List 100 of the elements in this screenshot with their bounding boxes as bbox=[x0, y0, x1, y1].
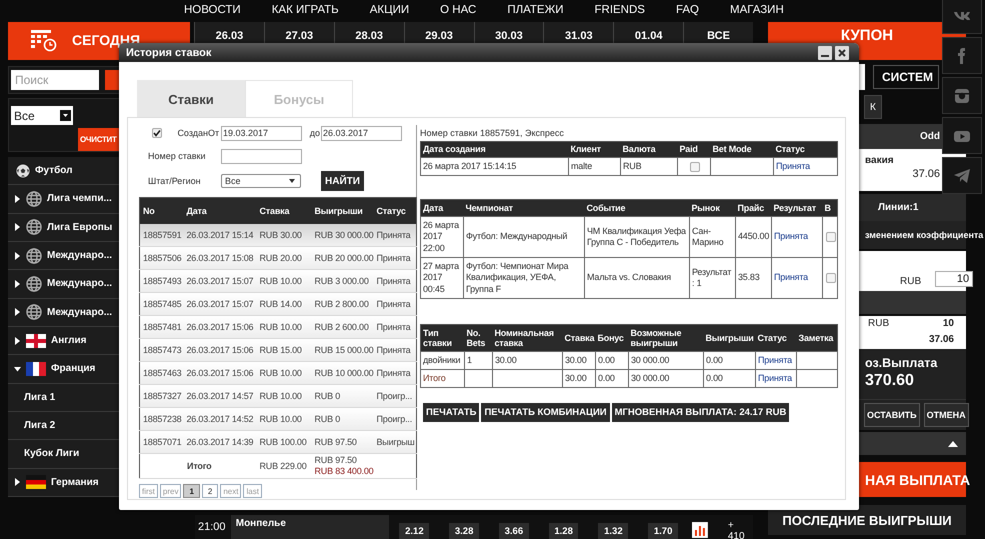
more-markets-link[interactable]: + 410 bbox=[728, 520, 753, 539]
column-header: Чемпионат bbox=[464, 200, 584, 216]
caret-icon[interactable] bbox=[14, 308, 21, 316]
date-tab[interactable]: 29.03 bbox=[404, 22, 474, 43]
date-to-field[interactable]: 26.03.2017 bbox=[321, 126, 402, 140]
checkbox[interactable] bbox=[690, 162, 700, 172]
bet-row[interactable]: 18857473 26.03.2017 15:06 RUB 15.00 RUB 15 000.00 Принята bbox=[140, 338, 416, 362]
bet-row[interactable]: 18857591 26.03.2017 15:14 RUB 30.00 RUB 30 000.00 Принята bbox=[140, 224, 416, 246]
status-link[interactable]: Принята bbox=[772, 216, 822, 258]
table-cell: Мальта vs. Словакия bbox=[584, 258, 690, 298]
caret-icon[interactable] bbox=[14, 280, 21, 288]
page-button[interactable]: 2 bbox=[202, 484, 218, 498]
checkbox[interactable] bbox=[826, 273, 836, 283]
date-tab[interactable]: 31.03 bbox=[543, 22, 614, 43]
page-button[interactable]: 1 bbox=[183, 484, 200, 498]
flag-icon bbox=[26, 362, 46, 376]
date-tab[interactable]: 30.03 bbox=[474, 22, 544, 43]
globe-icon bbox=[26, 304, 42, 320]
caret-icon[interactable] bbox=[14, 364, 21, 373]
status-link[interactable]: Принята bbox=[772, 258, 822, 298]
column-header: Статус bbox=[374, 198, 416, 224]
ok-button[interactable]: К bbox=[864, 95, 882, 119]
nav-link[interactable]: НОВОСТИ bbox=[184, 4, 241, 16]
systems-button[interactable]: СИСТЕМ bbox=[873, 64, 939, 88]
bar-chart-icon[interactable] bbox=[692, 522, 708, 538]
column-header: Статус bbox=[756, 324, 796, 352]
status-link[interactable]: Принята bbox=[756, 370, 796, 388]
date-tab[interactable]: 01.04 bbox=[613, 22, 684, 43]
cancel-button[interactable]: ОТМЕНА bbox=[924, 403, 969, 427]
nav-link[interactable]: МАГАЗИН bbox=[730, 4, 784, 16]
table-cell: Сан-Марино bbox=[690, 216, 736, 258]
bet-row[interactable]: 18857463 26.03.2017 15:06 RUB 10.00 RUB 10 000.00 Принята bbox=[140, 362, 416, 384]
odds-button[interactable]: 1.32 bbox=[598, 523, 628, 539]
table-cell: Итого bbox=[420, 370, 464, 388]
total-wins: RUB 97.50 bbox=[314, 454, 358, 466]
status-link[interactable]: Принята bbox=[756, 352, 796, 370]
nav-link[interactable]: FRIENDS bbox=[594, 4, 645, 16]
table-cell: ЧМ Квалификация Уефа Группа C - Победитель bbox=[584, 216, 690, 258]
table-cell: Футбол: Чемпионат Мира Квалификация, УЕФА, Группа F bbox=[464, 258, 584, 298]
odds-button[interactable]: 1.70 bbox=[648, 523, 678, 539]
filter-dropdown[interactable]: Все bbox=[11, 106, 73, 125]
date-from-field[interactable]: 19.03.2017 bbox=[221, 126, 302, 140]
action-button[interactable]: ПЕЧАТАТЬ bbox=[423, 403, 480, 422]
calendar-icon bbox=[30, 28, 58, 52]
odds-button[interactable]: 1.28 bbox=[548, 523, 578, 539]
vk-icon[interactable] bbox=[954, 12, 970, 20]
caret-icon[interactable] bbox=[14, 194, 21, 203]
search-field[interactable]: Поиск bbox=[11, 70, 99, 90]
action-button[interactable]: МГНОВЕННАЯ ВЫПЛАТА: 24.17 RUB bbox=[612, 403, 790, 422]
odds-button[interactable]: 2.12 bbox=[399, 523, 430, 539]
caret-icon[interactable] bbox=[14, 478, 21, 486]
bet-number-field[interactable] bbox=[221, 148, 302, 164]
globe-icon bbox=[26, 248, 42, 264]
paper-plane-icon[interactable] bbox=[954, 168, 970, 182]
caret-icon[interactable] bbox=[14, 223, 21, 232]
collapse-caret-icon[interactable] bbox=[948, 440, 958, 446]
checkbox[interactable] bbox=[826, 232, 836, 242]
nav-link[interactable]: ПЛАТЕЖИ bbox=[507, 4, 564, 16]
place-bet-button[interactable]: ОСТАВИТЬ bbox=[864, 403, 920, 427]
bet-row[interactable]: 18857327 26.03.2017 14:57 RUB 10.00 RUB 0 Проигр... bbox=[140, 384, 416, 408]
find-button[interactable]: НАЙТИ bbox=[321, 171, 364, 191]
stake-sum: 10 bbox=[942, 318, 954, 331]
instagram-icon[interactable] bbox=[955, 88, 969, 102]
column-header: Bet Mode bbox=[710, 142, 774, 158]
column-header: Событие bbox=[584, 200, 690, 216]
bet-row[interactable]: 18857238 26.03.2017 14:52 RUB 10.00 RUB 0 Проигр... bbox=[140, 408, 416, 430]
bet-row[interactable]: 18857493 26.03.2017 15:07 RUB 10.00 RUB 3 000.00 Принята bbox=[140, 270, 416, 292]
caret-icon[interactable] bbox=[14, 252, 21, 260]
action-button[interactable]: ПЕЧАТАТЬ КОМБИНАЦИИ bbox=[481, 403, 610, 422]
checkbox[interactable] bbox=[152, 128, 162, 138]
tab[interactable]: Ставки bbox=[137, 80, 245, 117]
bet-row[interactable]: 18857481 26.03.2017 15:06 RUB 10.00 RUB 2 600.00 Принята bbox=[140, 316, 416, 338]
nav-link[interactable]: О НАС bbox=[440, 4, 476, 16]
column-header: Возможные выигрыши bbox=[628, 324, 704, 352]
bet-row[interactable]: 18857506 26.03.2017 15:08 RUB 20.00 RUB 20 000.00 Принята bbox=[140, 246, 416, 270]
nav-link[interactable]: КАК ИГРАТЬ bbox=[272, 4, 339, 16]
date-tab[interactable]: ВСЕ bbox=[683, 22, 753, 43]
nav-link[interactable]: FAQ bbox=[676, 4, 699, 16]
table-cell: двойники bbox=[420, 352, 464, 370]
odds-button[interactable]: 3.66 bbox=[498, 523, 529, 539]
minimize-icon[interactable] bbox=[818, 46, 832, 60]
table-cell: 27 марта 2017 00:45 bbox=[420, 258, 464, 298]
facebook-icon[interactable] bbox=[958, 48, 965, 64]
date-tab[interactable]: 28.03 bbox=[334, 22, 404, 43]
odds-button[interactable]: 3.28 bbox=[449, 523, 479, 539]
date-tab[interactable]: 26.03 bbox=[194, 22, 264, 43]
bet-row[interactable]: 18857071 26.03.2017 14:39 RUB 100.00 RUB 97.50 Выигрыш bbox=[140, 430, 416, 454]
globe-icon bbox=[26, 276, 42, 292]
stake-field[interactable]: 10 bbox=[935, 271, 974, 287]
column-header: Статус bbox=[774, 142, 838, 158]
close-icon[interactable] bbox=[835, 46, 849, 60]
video-play-icon[interactable] bbox=[954, 130, 970, 142]
bet-row[interactable]: 18857485 26.03.2017 15:07 RUB 14.00 RUB 2 800.00 Принята bbox=[140, 292, 416, 316]
date-tab[interactable]: 27.03 bbox=[264, 22, 334, 43]
status-link[interactable]: Принята bbox=[774, 158, 838, 176]
nav-link[interactable]: АКЦИИ bbox=[370, 4, 410, 16]
caret-icon[interactable] bbox=[14, 336, 21, 345]
flag-icon bbox=[26, 334, 46, 348]
last-wins-button[interactable]: ПОСЛЕДНИЕ ВЫИГРЫШИ bbox=[768, 505, 966, 535]
region-dropdown[interactable]: Все bbox=[221, 174, 301, 188]
